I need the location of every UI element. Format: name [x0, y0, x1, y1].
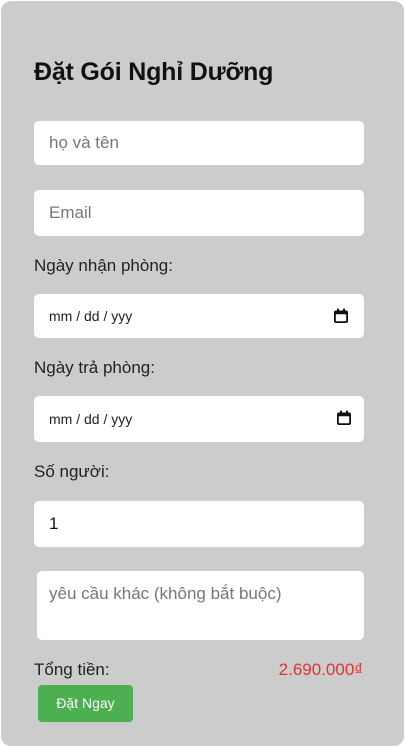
checkin-date-placeholder: mm / dd / yyy: [49, 308, 133, 324]
guests-label: Số người:: [34, 462, 110, 481]
guests-input[interactable]: 1: [34, 501, 364, 547]
calendar-icon[interactable]: [333, 308, 349, 324]
checkin-label: Ngày nhận phòng:: [34, 256, 173, 275]
email-placeholder: Email: [49, 203, 92, 222]
checkin-date-input[interactable]: mm / dd / yyy: [34, 294, 364, 338]
name-placeholder: họ và tên: [49, 133, 119, 152]
notes-textarea[interactable]: yêu cầu khác (không bắt buộc): [37, 571, 364, 640]
name-input[interactable]: họ và tên: [34, 121, 364, 165]
total-value: 2.690.000₫: [278, 660, 363, 679]
submit-button[interactable]: Đặt Ngay: [38, 685, 133, 722]
checkout-date-placeholder: mm / dd / yyy: [49, 411, 133, 427]
calendar-icon[interactable]: [336, 410, 352, 426]
checkout-label: Ngày trả phòng:: [34, 358, 155, 377]
guests-value: 1: [49, 514, 59, 533]
booking-form-card: Đặt Gói Nghỉ Dưỡng họ và tên Email Ngày …: [1, 1, 404, 746]
email-input[interactable]: Email: [34, 190, 364, 236]
form-title: Đặt Gói Nghỉ Dưỡng: [34, 58, 274, 86]
notes-placeholder: yêu cầu khác (không bắt buộc): [49, 584, 282, 603]
total-label: Tổng tiền:: [34, 660, 110, 679]
checkout-date-input[interactable]: mm / dd / yyy: [34, 396, 364, 442]
